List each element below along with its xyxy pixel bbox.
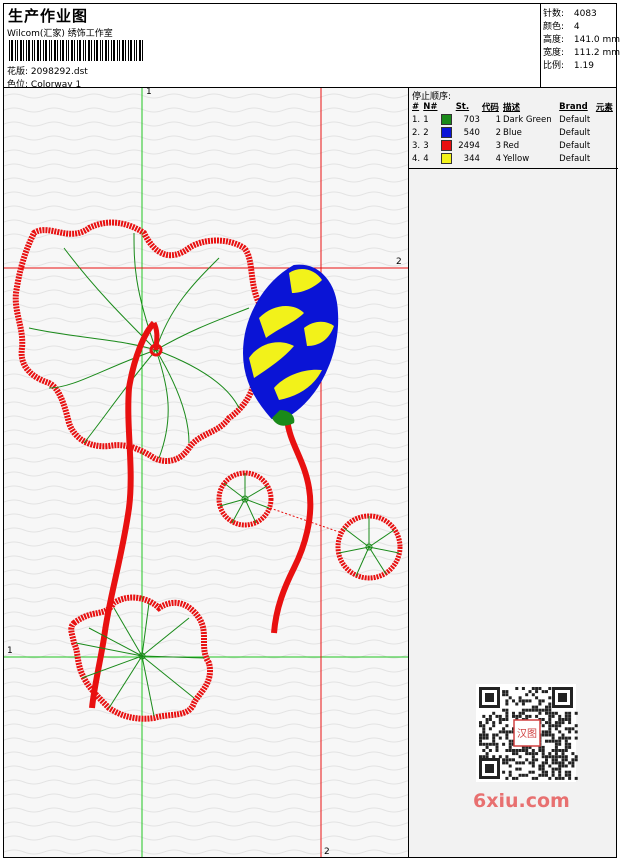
row-element xyxy=(595,113,616,126)
table-row: 2. 2 540 2 Blue Default xyxy=(411,126,616,139)
row-index: 1. xyxy=(412,114,421,125)
table-header-row: # N# St. 代码 描述 Brand 元素 xyxy=(411,101,616,113)
file-info: 花版: 2098292.dst xyxy=(7,64,88,77)
col-needle: N# xyxy=(423,102,438,112)
stat-colors: 颜色: 4 xyxy=(543,22,580,32)
file-label: 花版: xyxy=(7,67,29,77)
embroidery-design xyxy=(4,88,408,857)
row-element xyxy=(595,126,616,139)
stop-sequence-table: # N# St. 代码 描述 Brand 元素 1. 1 703 1 Dark Gree… xyxy=(411,101,616,165)
col-description: 描述 xyxy=(503,103,521,113)
row-stitches: 540 xyxy=(463,127,480,138)
col-swatch xyxy=(440,101,454,113)
row-description: Dark Green xyxy=(503,114,552,125)
table-row: 1. 1 703 1 Dark Green Default xyxy=(411,113,616,126)
stat-width: 宽度: 111.2 mm xyxy=(543,48,620,58)
row-stitches: 2494 xyxy=(458,140,480,151)
row-code: 2 xyxy=(495,127,501,138)
row-brand: Default xyxy=(559,140,591,151)
studio-name: Wilcom(汇家) 绣饰工作室 xyxy=(7,29,113,39)
stats-panel: 针数: 4083 颜色: 4 高度: 141.0 mm 宽度: 111.2 mm… xyxy=(540,3,620,88)
header-panel: 生产作业图 Wilcom(汇家) 绣饰工作室 花版: 2098292.dst 色… xyxy=(3,3,541,90)
row-index: 3. xyxy=(412,140,421,151)
col-element: 元素 xyxy=(595,103,613,113)
row-needle: 2 xyxy=(423,127,429,138)
row-stitches: 344 xyxy=(463,153,480,164)
watermark-logo: 6xiu.com xyxy=(473,790,570,812)
col-brand: Brand xyxy=(559,102,588,112)
row-swatch xyxy=(440,152,454,165)
row-brand: Default xyxy=(559,114,591,125)
col-index: # xyxy=(412,102,420,112)
design-canvas: 1 1 2 2 xyxy=(3,87,409,858)
row-description: Yellow xyxy=(503,153,530,164)
row-code: 4 xyxy=(495,153,501,164)
barcode xyxy=(9,40,143,61)
green-guide-left-label: 1 xyxy=(7,646,13,656)
row-brand: Default xyxy=(559,127,591,138)
row-swatch xyxy=(440,139,454,152)
row-needle: 1 xyxy=(423,114,429,125)
table-divider xyxy=(409,168,618,169)
col-stitches: St. xyxy=(455,102,470,112)
row-swatch xyxy=(440,113,454,126)
row-needle: 3 xyxy=(423,140,429,151)
row-brand: Default xyxy=(559,153,591,164)
row-stitches: 703 xyxy=(463,114,480,125)
color-swatch xyxy=(441,127,453,138)
stat-height: 高度: 141.0 mm xyxy=(543,35,620,45)
color-swatch xyxy=(441,153,453,164)
row-needle: 4 xyxy=(423,153,429,164)
table-row: 3. 3 2494 3 Red Default xyxy=(411,139,616,152)
table-row: 4. 4 344 4 Yellow Default xyxy=(411,152,616,165)
row-element xyxy=(595,139,616,152)
row-code: 3 xyxy=(495,140,501,151)
row-swatch xyxy=(440,126,454,139)
row-description: Blue xyxy=(503,127,522,138)
row-element xyxy=(595,152,616,165)
color-swatch xyxy=(441,140,453,151)
page-title: 生产作业图 xyxy=(8,7,89,25)
color-swatch xyxy=(441,114,453,125)
row-description: Red xyxy=(503,140,520,151)
row-code: 1 xyxy=(495,114,501,125)
green-guide-top-label: 1 xyxy=(146,87,152,97)
row-index: 4. xyxy=(412,153,421,164)
stat-stitches: 针数: 4083 xyxy=(543,9,597,19)
row-index: 2. xyxy=(412,127,421,138)
col-code: 代码 xyxy=(481,103,499,113)
file-name: 2098292.dst xyxy=(30,67,88,77)
qr-stamp-text: 汉图 xyxy=(517,728,537,740)
red-guide-right-label: 2 xyxy=(396,257,402,267)
stat-scale: 比例: 1.19 xyxy=(543,61,594,71)
red-guide-bottom-label: 2 xyxy=(324,847,330,857)
